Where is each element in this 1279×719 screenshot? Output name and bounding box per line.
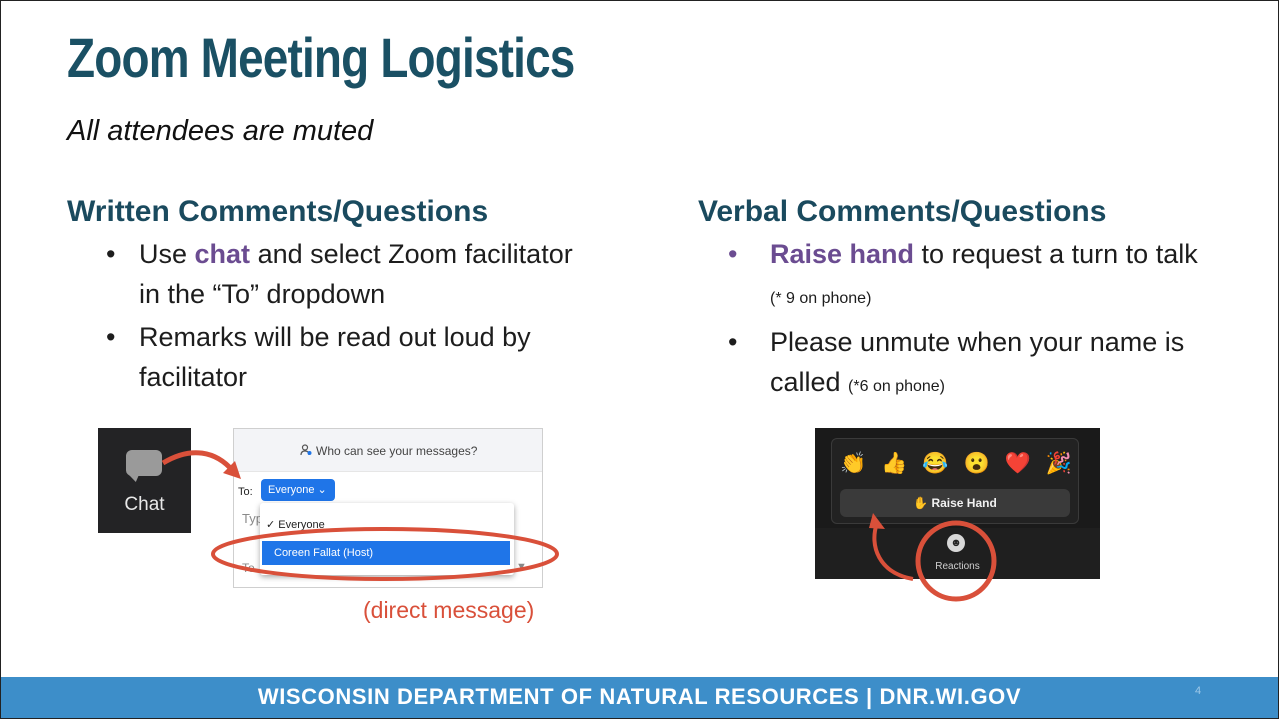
bottom-toolbar-hint: To [242, 561, 255, 575]
laugh-emoji-icon[interactable]: 😂 [922, 452, 948, 476]
clap-emoji-icon[interactable]: 👏 [840, 452, 866, 476]
bullet-text: Please unmute when your name is called [770, 327, 1185, 397]
phone-note: (* 9 on phone) [770, 290, 872, 307]
written-comments-heading: Written Comments/Questions [67, 195, 489, 228]
footer-text: WISCONSIN DEPARTMENT OF NATURAL RESOURCE… [257, 684, 1022, 709]
phone-note: (*6 on phone) [848, 378, 946, 395]
chat-highlight: chat [194, 239, 251, 269]
chat-button[interactable]: Chat [98, 428, 191, 533]
emoji-row: 👏 👍 😂 😮 ❤️ 🎉 [840, 452, 1072, 476]
option-host[interactable]: Coreen Fallat (Host) [262, 541, 510, 565]
bullet-text: Use [139, 239, 195, 269]
slide-subtitle: All attendees are muted [67, 115, 374, 147]
smiley-icon[interactable]: ☻ [947, 534, 965, 552]
chat-panel: Who can see your messages? To: Everyone … [233, 428, 543, 588]
reactions-toolbar: ☻ Reactions [815, 528, 1100, 579]
chevron-down-icon: ⌄ [317, 484, 327, 496]
heart-emoji-icon[interactable]: ❤️ [1005, 452, 1031, 476]
direct-message-annotation: (direct message) [363, 597, 535, 623]
verbal-comments-list: • Raise hand to request a turn to talk (… [728, 234, 1208, 410]
bullet-dot: • [728, 327, 738, 357]
list-item: • Raise hand to request a turn to talk (… [728, 234, 1208, 319]
option-everyone[interactable]: ✓ Everyone [266, 518, 325, 531]
bullet-text: to request a turn to talk [914, 239, 1198, 269]
footer: WISCONSIN DEPARTMENT OF NATURAL RESOURCE… [1, 677, 1278, 718]
send-icon[interactable]: ▼ [516, 561, 527, 573]
bullet-dot: • [106, 322, 116, 352]
slide: Zoom Meeting Logistics All attendees are… [0, 0, 1279, 719]
chat-button-label: Chat [124, 494, 165, 515]
people-icon [300, 443, 312, 456]
list-item: • Remarks will be read out loud by facil… [106, 317, 586, 397]
list-item: • Use chat and select Zoom facilitator i… [106, 234, 586, 314]
written-comments-list: • Use chat and select Zoom facilitator i… [106, 234, 586, 400]
who-can-see-text: Who can see your messages? [316, 444, 478, 458]
raise-hand-highlight: Raise hand [770, 239, 915, 269]
bullet-text: Remarks will be read out loud by facilit… [139, 322, 531, 392]
surprised-emoji-icon[interactable]: 😮 [963, 452, 989, 476]
party-emoji-icon[interactable]: 🎉 [1046, 452, 1072, 476]
bullet-dot: • [728, 239, 738, 269]
page-number: 4 [1195, 685, 1202, 697]
visibility-bar: Who can see your messages? [234, 429, 542, 472]
reactions-panel: 👏 👍 😂 😮 ❤️ 🎉 ✋ Raise Hand ☻ Reactions [815, 428, 1100, 579]
recipient-menu: ✓ Everyone Coreen Fallat (Host) [260, 503, 514, 575]
reactions-label: Reactions [935, 561, 980, 572]
raise-hand-button[interactable]: ✋ Raise Hand [840, 489, 1070, 517]
list-item: • Please unmute when your name is called… [728, 322, 1208, 407]
to-label: To: [238, 486, 253, 498]
recipient-value: Everyone [268, 484, 315, 496]
slide-title: Zoom Meeting Logistics [67, 26, 575, 89]
verbal-comments-heading: Verbal Comments/Questions [698, 195, 1107, 228]
bullet-dot: • [106, 239, 116, 269]
recipient-dropdown[interactable]: Everyone ⌄ [261, 479, 335, 501]
thumbs-up-emoji-icon[interactable]: 👍 [881, 452, 907, 476]
reactions-popup: 👏 👍 😂 😮 ❤️ 🎉 ✋ Raise Hand [831, 438, 1079, 524]
